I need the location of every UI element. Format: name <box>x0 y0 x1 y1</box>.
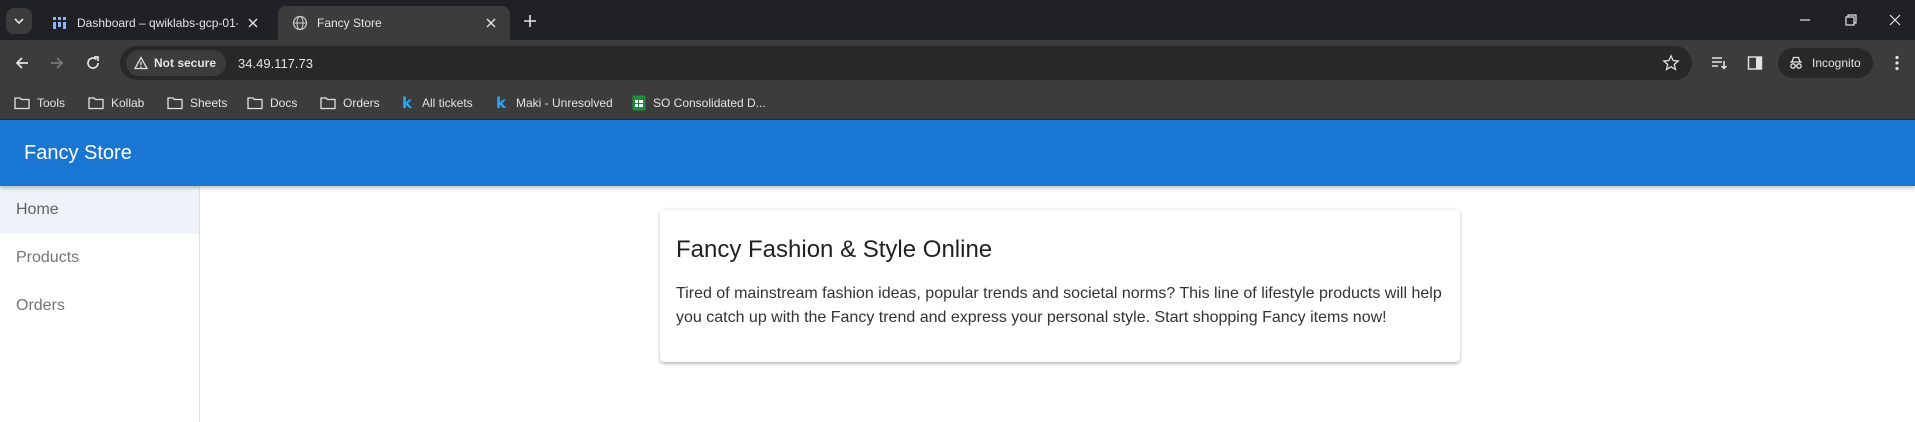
new-tab-button[interactable] <box>518 9 542 33</box>
side-panel-icon <box>1747 56 1763 70</box>
folder-icon <box>320 97 336 110</box>
back-arrow-icon <box>15 57 28 69</box>
minimize-icon <box>1800 19 1810 21</box>
chevron-down-icon <box>14 18 24 25</box>
folder-icon <box>14 97 30 110</box>
folder-icon <box>247 97 263 110</box>
security-indicator[interactable]: Not secure <box>126 50 227 76</box>
bookmark-orders[interactable]: Orders <box>320 86 380 120</box>
warning-icon <box>134 56 148 70</box>
k-icon: k <box>402 94 412 112</box>
reload-button[interactable] <box>82 52 104 74</box>
bookmark-tools[interactable]: Tools <box>14 86 65 120</box>
side-panel-button[interactable] <box>1744 52 1766 74</box>
restore-icon <box>1845 14 1857 26</box>
profile-label: Incognito <box>1812 56 1861 70</box>
tab-dashboard[interactable]: Dashboard – qwiklabs-gcp-01- <box>38 6 272 40</box>
restore-button[interactable] <box>1834 6 1868 34</box>
k-icon: k <box>496 94 506 112</box>
card-body: Tired of mainstream fashion ideas, popul… <box>676 285 1442 326</box>
app-bar: Fancy Store <box>0 120 1915 186</box>
bookmark-label: Maki - Unresolved <box>515 96 613 110</box>
bookmarks-bar: Tools Kollab Sheets Docs Orders k All ti… <box>0 86 1915 120</box>
profile-button[interactable]: Incognito <box>1778 48 1873 78</box>
bookmark-label: Tools <box>37 96 66 110</box>
kebab-menu-icon <box>1895 55 1899 71</box>
browser-toolbar: Not secure 34.49.117.73 Incognito <box>0 40 1915 86</box>
card-title: Fancy Fashion & Style Online <box>676 236 993 263</box>
sheets-icon <box>632 95 646 111</box>
close-tab-icon[interactable] <box>482 14 500 32</box>
welcome-card: Fancy Fashion & Style Online Tired of ma… <box>660 210 1460 362</box>
bookmark-label: All tickets <box>421 96 473 110</box>
tab-search-button[interactable] <box>6 8 32 34</box>
bookmark-docs[interactable]: Docs <box>247 86 297 120</box>
bookmark-so-consolidated[interactable]: SO Consolidated D... <box>632 86 766 120</box>
folder-icon <box>167 97 183 110</box>
globe-icon <box>292 15 308 31</box>
reload-icon <box>87 56 99 69</box>
back-button[interactable] <box>11 52 33 74</box>
bookmark-label: Docs <box>270 96 298 110</box>
browser-tab-strip: Dashboard – qwiklabs-gcp-01- Fancy Store <box>0 0 1915 40</box>
bookmark-sheets[interactable]: Sheets <box>167 86 227 120</box>
bookmark-kollab[interactable]: Kollab <box>88 86 144 120</box>
security-label: Not secure <box>154 56 217 70</box>
address-bar[interactable]: Not secure 34.49.117.73 <box>120 46 1692 80</box>
close-icon <box>1889 14 1901 26</box>
forward-button[interactable] <box>46 52 68 74</box>
bookmark-label: Orders <box>343 96 380 110</box>
folder-icon <box>88 97 104 110</box>
sidebar-item-home[interactable]: Home <box>0 186 199 234</box>
dashboard-favicon-icon <box>53 17 66 29</box>
app-title[interactable]: Fancy Store <box>24 142 132 165</box>
sidebar-item-orders[interactable]: Orders <box>0 282 199 330</box>
bookmark-label: SO Consolidated D... <box>653 96 766 110</box>
close-window-button[interactable] <box>1878 6 1912 34</box>
incognito-icon <box>1790 56 1802 69</box>
bookmark-maki-unresolved[interactable]: k Maki - Unresolved <box>496 86 613 120</box>
plus-icon <box>524 15 536 27</box>
bookmark-label: Kollab <box>111 96 145 110</box>
bookmark-all-tickets[interactable]: k All tickets <box>402 86 473 120</box>
sidebar-nav: Home Products Orders <box>0 186 200 422</box>
bookmark-star-icon[interactable] <box>1662 54 1680 72</box>
forward-arrow-icon <box>51 57 64 69</box>
main-content: Fancy Fashion & Style Online Tired of ma… <box>200 186 1915 422</box>
menu-button[interactable] <box>1886 52 1908 74</box>
playlist-icon <box>1712 57 1728 70</box>
tab-fancy-store[interactable]: Fancy Store <box>278 6 510 40</box>
minimize-button[interactable] <box>1788 6 1822 34</box>
url-text: 34.49.117.73 <box>238 55 313 71</box>
close-tab-icon[interactable] <box>244 14 262 32</box>
web-page: Fancy Store Home Products Orders Fancy F… <box>0 120 1915 422</box>
bookmark-label: Sheets <box>190 96 228 110</box>
sidebar-item-products[interactable]: Products <box>0 234 199 282</box>
tab-title: Dashboard – qwiklabs-gcp-01- <box>77 16 238 30</box>
reading-list-button[interactable] <box>1708 52 1730 74</box>
tab-title: Fancy Store <box>317 16 382 30</box>
